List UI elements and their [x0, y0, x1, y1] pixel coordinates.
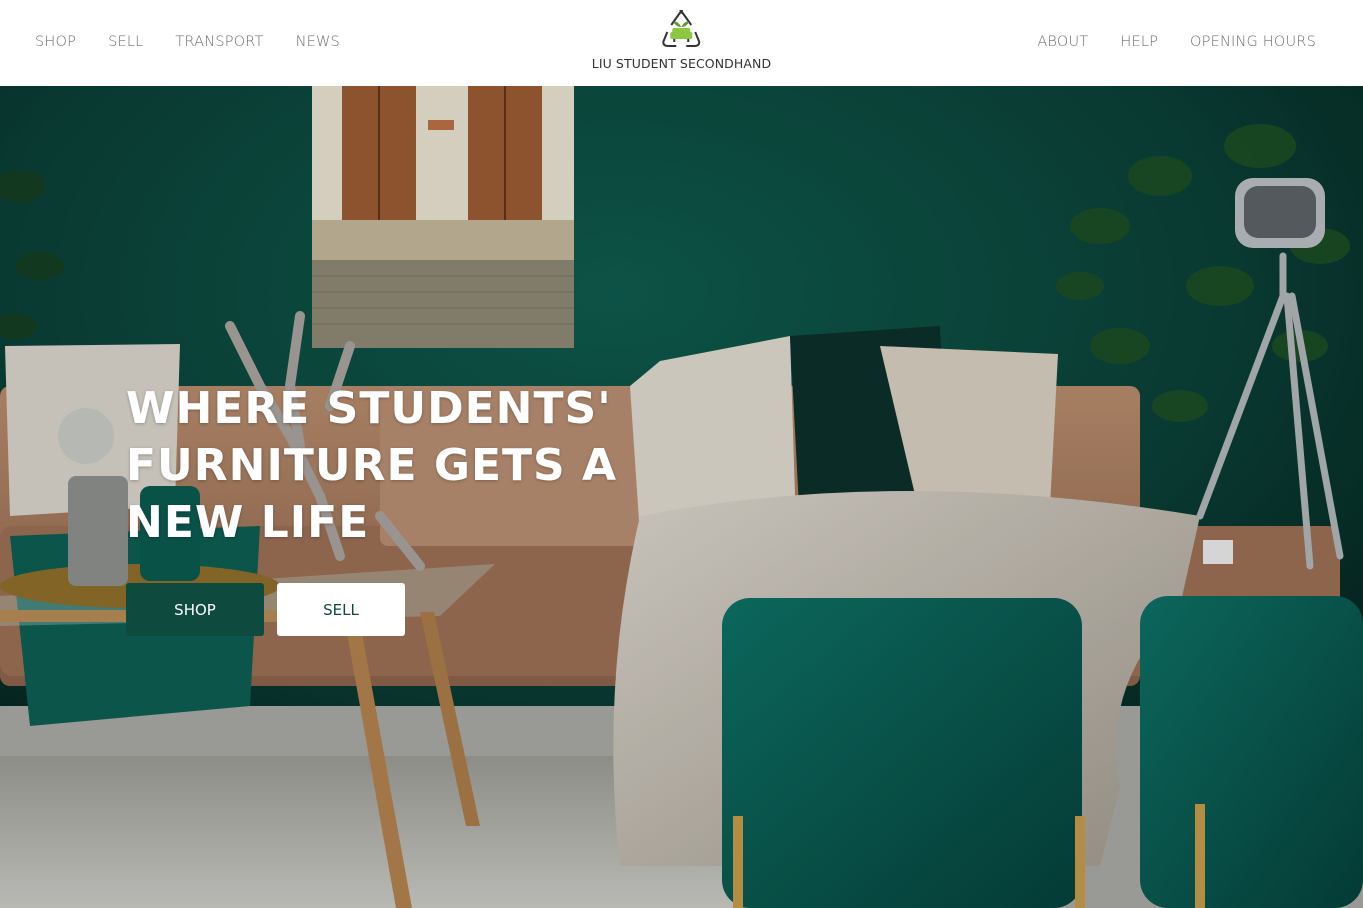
site-header: SHOP SELL TRANSPORT NEWS LIU STUDENT SEC…: [0, 0, 1363, 86]
site-logo[interactable]: LIU STUDENT SECONDHAND: [592, 8, 771, 71]
nav-right: ABOUT HELP OPENING HOURS: [1037, 0, 1316, 84]
sell-button[interactable]: SELL: [277, 583, 405, 636]
nav-help[interactable]: HELP: [1120, 34, 1158, 50]
recycle-sofa-icon: [662, 10, 701, 47]
nav-opening-hours[interactable]: OPENING HOURS: [1190, 34, 1316, 50]
nav-about[interactable]: ABOUT: [1037, 34, 1088, 50]
hero-section: WHERE STUDENTS' FURNITURE GETS A NEW LIF…: [0, 86, 1363, 908]
nav-left: SHOP SELL TRANSPORT NEWS: [35, 0, 340, 84]
nav-transport[interactable]: TRANSPORT: [175, 34, 263, 50]
shop-button[interactable]: SHOP: [126, 583, 264, 636]
nav-news[interactable]: NEWS: [296, 34, 340, 50]
nav-sell[interactable]: SELL: [108, 34, 143, 50]
hero-headline: WHERE STUDENTS' FURNITURE GETS A NEW LIF…: [126, 383, 618, 548]
brand-name: LIU STUDENT SECONDHAND: [591, 56, 772, 71]
nav-shop[interactable]: SHOP: [35, 34, 76, 50]
